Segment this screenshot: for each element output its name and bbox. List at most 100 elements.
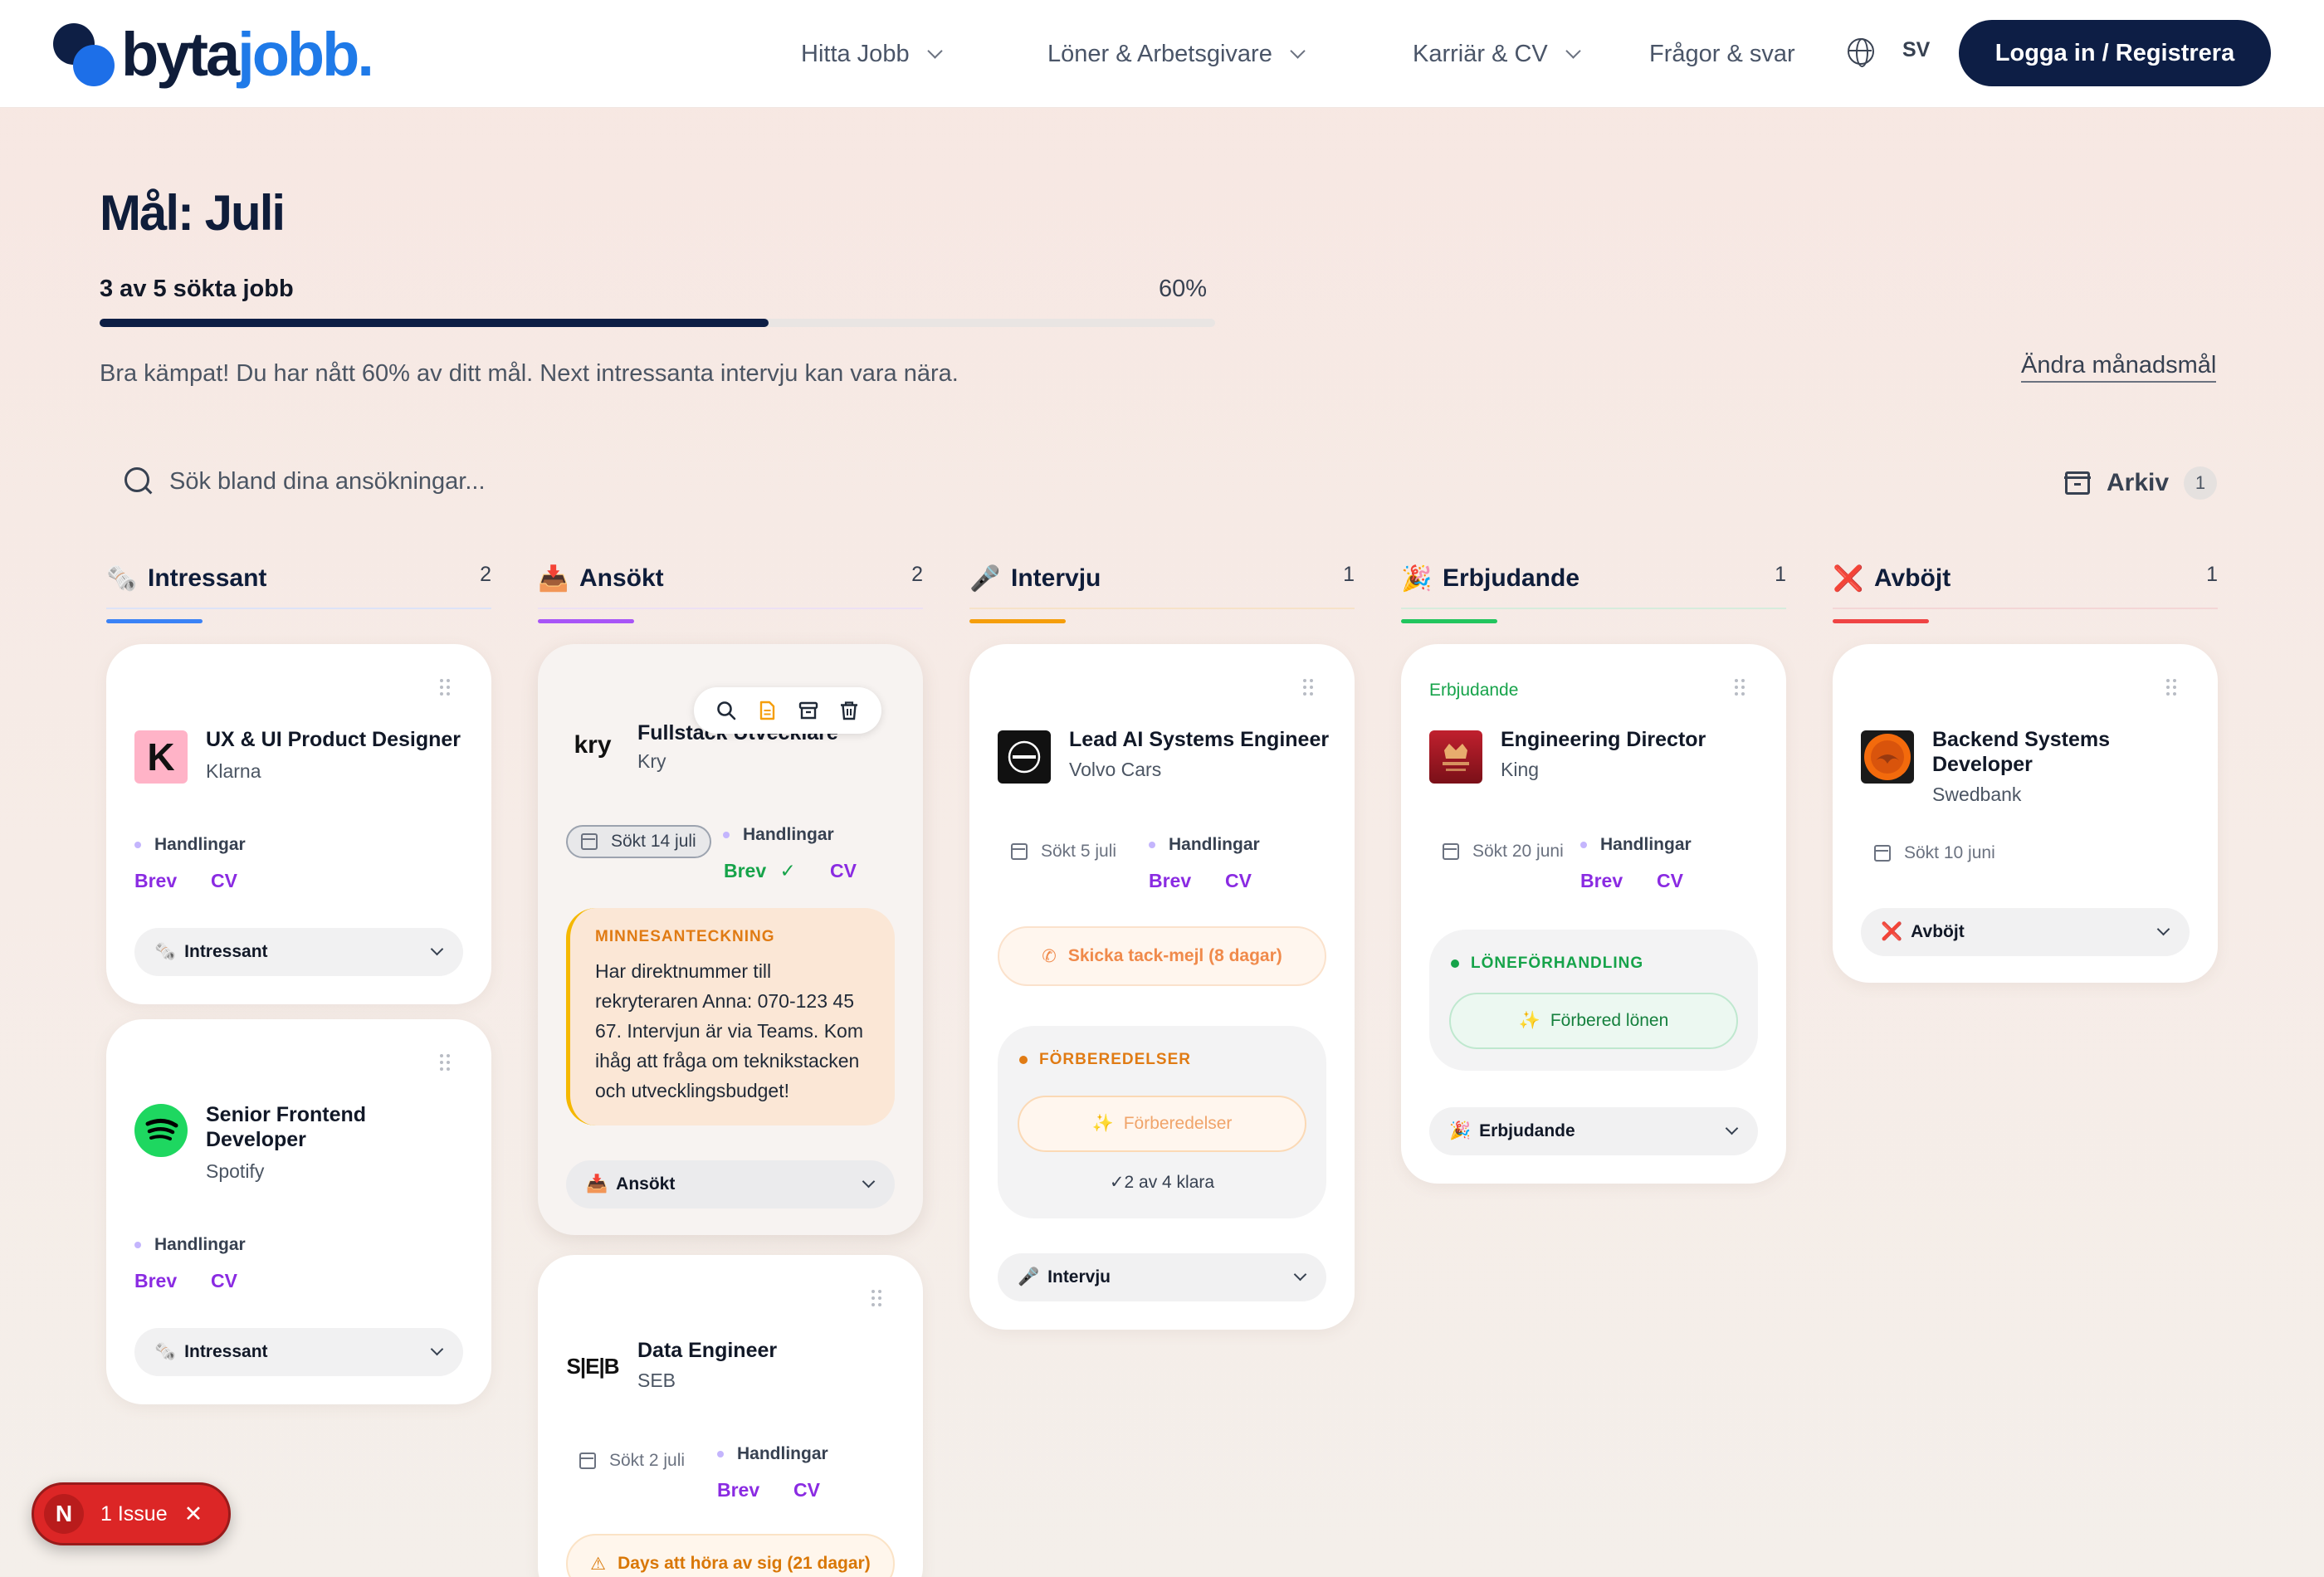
party-popper-icon: 🎉: [1449, 1121, 1472, 1140]
status-dropdown[interactable]: 🗞️ Intressant: [134, 1328, 463, 1376]
search-bar[interactable]: Sök bland dina ansökningar...: [100, 448, 1096, 515]
send-thanks-email-button[interactable]: ✆ Skicka tack-mejl (8 dagar): [998, 926, 1326, 986]
chevron-down-icon: [430, 1342, 444, 1356]
globe-icon[interactable]: [1848, 38, 1874, 67]
dev-issue-badge[interactable]: N 1 Issue ✕: [32, 1482, 231, 1545]
status-dropdown[interactable]: 🎉 Erbjudande: [1429, 1107, 1758, 1155]
issue-count[interactable]: 1 Issue: [100, 1502, 168, 1526]
chevron-down-icon: [2156, 922, 2170, 936]
column-count: 2: [480, 563, 491, 586]
job-title[interactable]: Senior Frontend Developer: [206, 1102, 471, 1152]
job-card-volvo[interactable]: Lead AI Systems Engineer Volvo Cars Sökt…: [969, 644, 1355, 1330]
job-title[interactable]: Engineering Director: [1501, 727, 1766, 752]
cv-link[interactable]: CV: [211, 1270, 237, 1292]
follow-up-warning[interactable]: ⚠ Days att höra av sig (21 dagar): [566, 1534, 895, 1577]
nav-fragor-svar[interactable]: Frågor & svar: [1649, 33, 1795, 75]
sparkle-icon: ✨: [1518, 1011, 1540, 1030]
drag-handle-icon[interactable]: [440, 679, 452, 697]
microphone-icon: 🎤: [969, 565, 1001, 593]
nav-loner-arbetsgivare[interactable]: Löner & Arbetsgivare: [1047, 33, 1306, 75]
archive-icon[interactable]: [798, 700, 819, 721]
seb-logo: S|E|B: [566, 1353, 619, 1379]
letter-link[interactable]: Brev: [134, 870, 177, 892]
cv-link[interactable]: CV: [793, 1479, 820, 1501]
login-register-button[interactable]: Logga in / Registrera: [1959, 20, 2271, 86]
job-title[interactable]: Data Engineer: [637, 1338, 903, 1363]
letter-link[interactable]: Brev: [717, 1479, 759, 1501]
archive-button[interactable]: Arkiv 1: [2064, 465, 2218, 501]
chevron-down-icon: [926, 42, 943, 59]
memo-note: MINNESANTECKNING Har direktnummer till r…: [566, 908, 895, 1125]
chevron-down-icon: [1725, 1121, 1739, 1135]
status-dropdown[interactable]: 🗞️ Intressant: [134, 928, 463, 976]
column-count: 2: [911, 563, 923, 586]
search-icon: [124, 467, 153, 496]
column-header-ansokt: 📥 Ansökt 2: [538, 558, 923, 623]
language-selector[interactable]: SV: [1902, 38, 1930, 62]
preparations-panel: FÖRBEREDELSER ✨ Förberedelser ✓2 av 4 kla…: [998, 1026, 1326, 1218]
calendar-icon: [1874, 845, 1891, 862]
company-name: Klarna: [206, 760, 261, 782]
prepare-salary-button[interactable]: ✨ Förbered lönen: [1449, 993, 1738, 1049]
job-card-king[interactable]: Erbjudande Engineering Director King Sök…: [1401, 644, 1786, 1184]
search-input[interactable]: Sök bland dina ansökningar...: [169, 468, 486, 496]
archive-icon: [2064, 471, 2091, 495]
status-dropdown[interactable]: ❌ Avböjt: [1861, 908, 2190, 956]
column-header-erbjudande: 🎉 Erbjudande 1: [1401, 558, 1786, 623]
job-card-spotify[interactable]: Senior Frontend Developer Spotify Handli…: [106, 1019, 491, 1404]
letter-link[interactable]: Brev: [1149, 870, 1191, 892]
newspaper-icon: 🗞️: [154, 942, 177, 961]
letter-link[interactable]: Brev ✓: [724, 860, 796, 882]
change-goal-link[interactable]: Ändra månadsmål: [2021, 352, 2217, 383]
search-icon[interactable]: [715, 700, 737, 721]
drag-handle-icon[interactable]: [440, 1054, 452, 1072]
salary-negotiation-panel: LÖNEFÖRHANDLING ✨ Förbered lönen: [1429, 930, 1758, 1071]
top-header: bytajobb. Hitta Jobb Löner & Arbetsgivar…: [0, 0, 2324, 108]
letter-link[interactable]: Brev: [134, 1270, 177, 1292]
nav-hitta-jobb[interactable]: Hitta Jobb: [801, 33, 943, 75]
nav-karriar-cv[interactable]: Karriär & CV: [1413, 33, 1581, 75]
drag-handle-icon[interactable]: [1303, 679, 1315, 697]
calendar-icon: [579, 1452, 596, 1469]
cv-link[interactable]: CV: [830, 860, 857, 882]
cv-link[interactable]: CV: [1225, 870, 1252, 892]
trash-icon[interactable]: [838, 700, 860, 721]
job-title[interactable]: UX & UI Product Designer: [206, 727, 471, 752]
close-icon[interactable]: ✕: [184, 1501, 203, 1527]
microphone-icon: 🎤: [1018, 1267, 1040, 1286]
swedbank-logo: [1861, 730, 1914, 784]
memo-text: Har direktnummer till rekryteraren Anna:…: [595, 960, 863, 1101]
drag-handle-icon[interactable]: [872, 1290, 883, 1308]
applied-date-badge: Sökt 14 juli: [566, 825, 711, 858]
drag-handle-icon[interactable]: [1735, 679, 1746, 697]
drag-handle-icon[interactable]: [2166, 679, 2178, 697]
job-card-seb[interactable]: S|E|B Data Engineer SEB Sökt 2 juli Hand…: [538, 1255, 923, 1577]
status-dropdown[interactable]: 🎤 Intervju: [998, 1253, 1326, 1301]
company-name: Spotify: [206, 1160, 265, 1182]
cv-link[interactable]: CV: [211, 870, 237, 892]
bytajobb-logo[interactable]: bytajobb.: [51, 20, 374, 90]
documents-label: Handlingar: [134, 835, 246, 854]
documents-label: Handlingar: [1149, 835, 1260, 854]
chevron-down-icon: [1290, 42, 1306, 59]
phone-icon: ✆: [1042, 946, 1057, 966]
applied-date: Sökt 20 juni: [1443, 842, 1564, 862]
chevron-down-icon: [862, 1174, 876, 1189]
applied-date: Sökt 5 juli: [1011, 842, 1116, 862]
job-card-swedbank[interactable]: Backend Systems Developer Swedbank Sökt …: [1833, 644, 2218, 983]
logo-mark-icon: [51, 20, 116, 90]
preparations-button[interactable]: ✨ Förberedelser: [1018, 1096, 1306, 1152]
job-title[interactable]: Lead AI Systems Engineer: [1069, 727, 1335, 752]
cv-link[interactable]: CV: [1657, 870, 1683, 892]
spotify-logo: [134, 1104, 188, 1157]
job-title[interactable]: Backend Systems Developer: [1932, 727, 2198, 777]
letter-link[interactable]: Brev: [1580, 870, 1623, 892]
goal-progress-label: 3 av 5 sökta jobb: [100, 276, 294, 302]
archive-count-badge: 1: [2184, 466, 2218, 500]
document-icon[interactable]: [756, 700, 778, 721]
job-card-klarna[interactable]: K UX & UI Product Designer Klarna Handli…: [106, 644, 491, 1004]
status-dropdown[interactable]: 📥 Ansökt: [566, 1160, 895, 1208]
salary-negotiation-heading: LÖNEFÖRHANDLING: [1451, 954, 1643, 973]
cross-mark-icon: ❌: [1881, 922, 1903, 941]
goal-title: Mål: Juli: [100, 185, 286, 241]
